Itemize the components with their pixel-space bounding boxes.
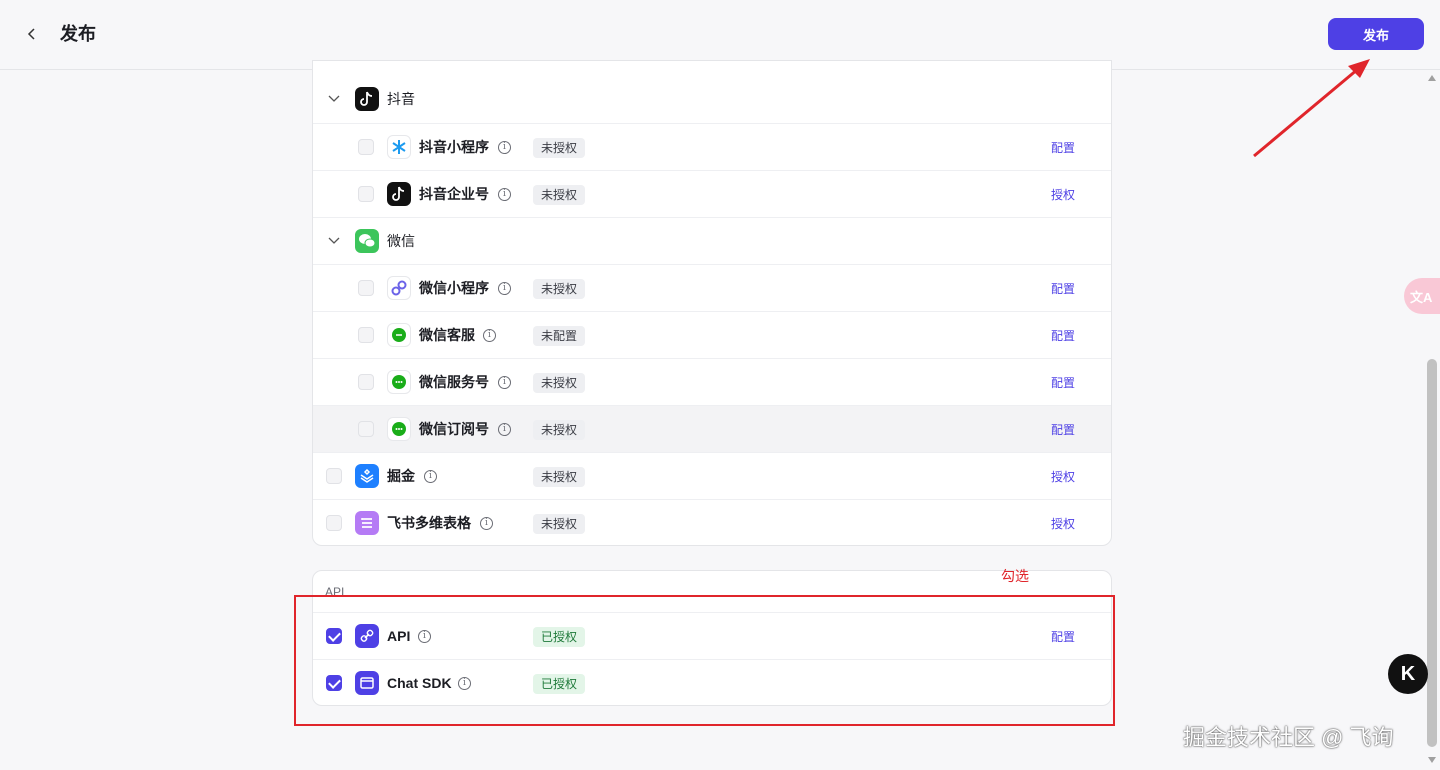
wechat-icon bbox=[355, 229, 379, 253]
scroll-down-icon[interactable] bbox=[1428, 757, 1436, 763]
group-label: 抖音 bbox=[387, 91, 415, 107]
channel-row-wechat-official: 微信服务号 i 未授权 配置 bbox=[313, 358, 1111, 405]
translate-float-button[interactable]: 文A bbox=[1404, 278, 1440, 314]
channel-label: 微信客服 bbox=[419, 327, 475, 343]
channel-label: 掘金 bbox=[387, 468, 415, 484]
chevron-down-icon[interactable] bbox=[327, 233, 341, 247]
info-icon[interactable]: i bbox=[498, 423, 511, 436]
channel-label: 微信订阅号 bbox=[419, 421, 489, 437]
configure-link[interactable]: 配置 bbox=[1051, 422, 1075, 438]
wechat-mini-program-icon bbox=[387, 276, 411, 300]
status-badge: 未授权 bbox=[533, 373, 586, 393]
channel-row-wechat-service: 微信客服 i 未配置 配置 bbox=[313, 311, 1111, 358]
channel-row-douyin-enterprise: 抖音企业号 i 未授权 授权 bbox=[313, 170, 1111, 217]
watermark: 掘金技术社区 @ 飞询 bbox=[1183, 725, 1394, 750]
wechat-official-account-icon bbox=[387, 370, 411, 394]
douyin-icon bbox=[355, 87, 379, 111]
status-badge: 未配置 bbox=[533, 326, 586, 346]
group-row-wechat[interactable]: 微信 bbox=[313, 217, 1111, 264]
info-icon[interactable]: i bbox=[498, 141, 511, 154]
channel-checkbox[interactable] bbox=[358, 421, 374, 437]
authorize-link[interactable]: 授权 bbox=[1051, 187, 1075, 203]
channel-checkbox[interactable] bbox=[358, 280, 374, 296]
configure-link[interactable]: 配置 bbox=[1051, 375, 1075, 391]
annotation-arrow-icon bbox=[1253, 59, 1370, 158]
configure-link[interactable]: 配置 bbox=[1051, 328, 1075, 344]
k-logo-icon: K bbox=[1400, 662, 1416, 685]
annotation-highlight-box bbox=[294, 595, 1115, 726]
channel-label: 飞书多维表格 bbox=[387, 515, 471, 531]
chevron-left-icon bbox=[27, 28, 35, 40]
publish-button[interactable]: 发布 bbox=[1328, 18, 1424, 50]
channel-checkbox[interactable] bbox=[358, 186, 374, 202]
channel-label: 微信小程序 bbox=[419, 280, 489, 296]
status-badge: 未授权 bbox=[533, 138, 586, 158]
channel-row-wechat-mini: 微信小程序 i 未授权 配置 bbox=[313, 264, 1111, 311]
page-title: 发布 bbox=[60, 24, 96, 44]
channel-checkbox[interactable] bbox=[358, 327, 374, 343]
k-assistant-button[interactable]: K bbox=[1388, 654, 1428, 694]
info-icon[interactable]: i bbox=[483, 329, 496, 342]
juejin-icon bbox=[355, 464, 379, 488]
translate-icon: 文A bbox=[1410, 289, 1433, 305]
group-row-douyin[interactable]: 抖音 bbox=[313, 76, 1111, 123]
info-icon[interactable]: i bbox=[498, 376, 511, 389]
info-icon[interactable]: i bbox=[424, 470, 437, 483]
douyin-icon bbox=[387, 182, 411, 206]
douyin-mini-program-icon bbox=[387, 135, 411, 159]
channel-label: 抖音小程序 bbox=[419, 139, 489, 155]
status-badge: 未授权 bbox=[533, 185, 586, 205]
channel-checkbox[interactable] bbox=[358, 139, 374, 155]
authorize-link[interactable]: 授权 bbox=[1051, 516, 1075, 532]
channel-checkbox[interactable] bbox=[358, 374, 374, 390]
wechat-customer-service-icon bbox=[387, 323, 411, 347]
info-icon[interactable]: i bbox=[498, 188, 511, 201]
configure-link[interactable]: 配置 bbox=[1051, 281, 1075, 297]
status-badge: 未授权 bbox=[533, 279, 586, 299]
channel-checkbox[interactable] bbox=[326, 468, 342, 484]
group-label: 微信 bbox=[387, 233, 415, 249]
scroll-thumb[interactable] bbox=[1427, 359, 1437, 747]
feishu-bitable-icon bbox=[355, 511, 379, 535]
status-badge: 未授权 bbox=[533, 514, 586, 534]
scroll-up-icon[interactable] bbox=[1428, 75, 1436, 81]
authorize-link[interactable]: 授权 bbox=[1051, 469, 1075, 485]
info-icon[interactable]: i bbox=[480, 517, 493, 530]
wechat-subscription-icon bbox=[387, 417, 411, 441]
channel-checkbox[interactable] bbox=[326, 515, 342, 531]
channel-list-card: 抖音 抖音小程序 i 未授权 配置 抖音企业号 i 未授权 授权 微信 微信小程… bbox=[312, 60, 1112, 546]
status-badge: 未授权 bbox=[533, 467, 586, 487]
channel-row-feishu-bitable: 飞书多维表格 i 未授权 授权 bbox=[313, 499, 1111, 546]
channel-row-douyin-mini: 抖音小程序 i 未授权 配置 bbox=[313, 123, 1111, 170]
annotation-label: 勾选 bbox=[1001, 568, 1029, 584]
chevron-down-icon[interactable] bbox=[327, 91, 341, 105]
channel-label: 抖音企业号 bbox=[419, 186, 489, 202]
configure-link[interactable]: 配置 bbox=[1051, 140, 1075, 156]
channel-row-juejin: 掘金 i 未授权 授权 bbox=[313, 452, 1111, 499]
status-badge: 未授权 bbox=[533, 420, 586, 440]
back-button[interactable] bbox=[20, 22, 44, 46]
channel-row-wechat-subscription: 微信订阅号 i 未授权 配置 bbox=[313, 405, 1111, 452]
info-icon[interactable]: i bbox=[498, 282, 511, 295]
channel-label: 微信服务号 bbox=[419, 374, 489, 390]
